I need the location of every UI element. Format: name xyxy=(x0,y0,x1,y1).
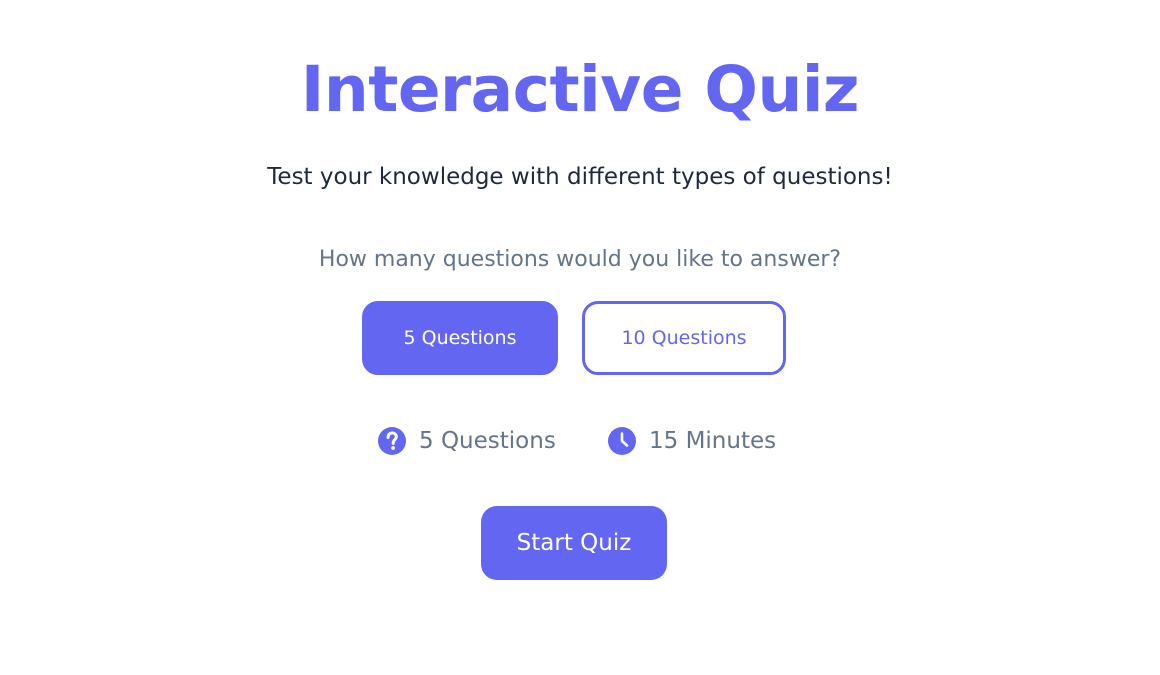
clock-icon xyxy=(608,427,636,455)
question-count-info: 5 Questions xyxy=(377,423,556,459)
question-count-text: 5 Questions xyxy=(419,428,556,454)
question-circle-icon xyxy=(378,427,406,455)
duration-text: 15 Minutes xyxy=(649,428,777,454)
start-quiz-button[interactable]: Start Quiz xyxy=(481,506,667,580)
quiz-start-screen: Interactive Quiz Test your knowledge wit… xyxy=(0,0,1160,675)
page-subtitle: Test your knowledge with different types… xyxy=(267,164,893,190)
five-questions-button[interactable]: 5 Questions xyxy=(362,301,558,375)
ten-questions-button[interactable]: 10 Questions xyxy=(582,301,786,375)
page-title: Interactive Quiz xyxy=(300,53,860,126)
question-count-prompt: How many questions would you like to ans… xyxy=(318,247,842,272)
duration-info: 15 Minutes xyxy=(607,423,776,459)
